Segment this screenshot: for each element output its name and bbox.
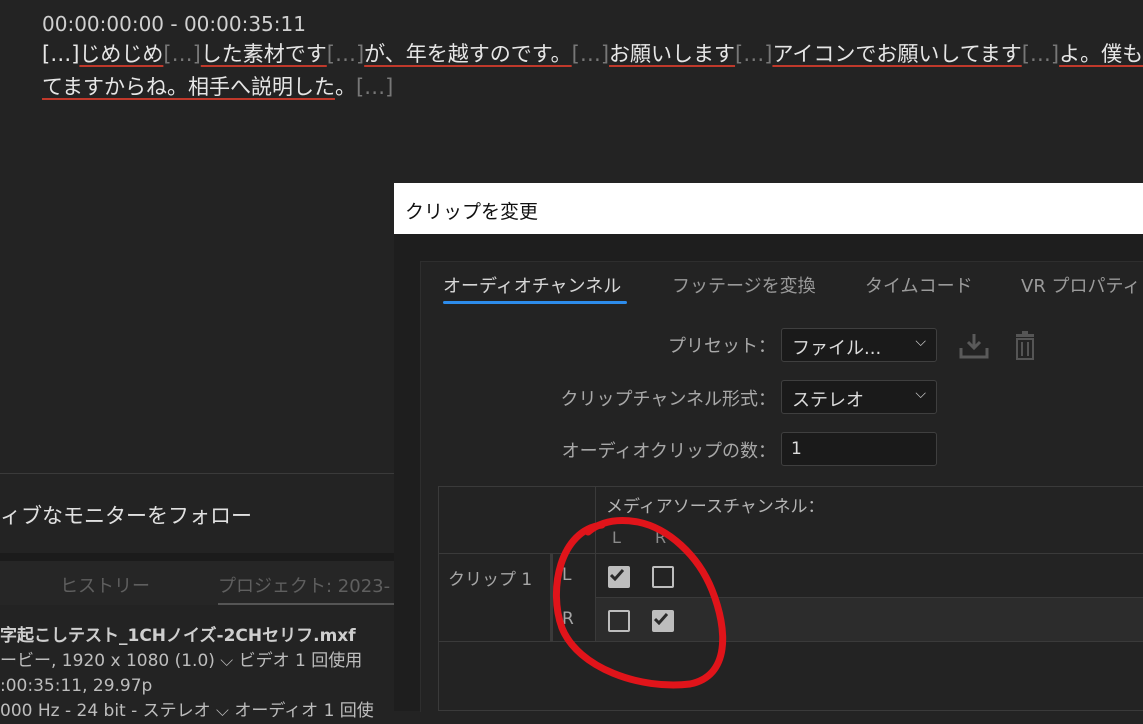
- active-tab-indicator: [443, 301, 627, 304]
- transcript-gap[interactable]: […]: [163, 42, 200, 66]
- checkbox-l-to-r[interactable]: [652, 566, 674, 588]
- tab-timecode[interactable]: タイムコード: [865, 272, 973, 298]
- column-label-r: R: [655, 528, 667, 547]
- modify-clip-dialog: クリップを変更 オーディオチャンネル フッテージを変換 タイムコード VR プロ…: [394, 183, 1143, 712]
- checkbox-l-to-l[interactable]: [608, 566, 630, 588]
- panel-divider: [0, 473, 394, 474]
- clip-1-label: クリップ 1: [448, 570, 533, 590]
- channel-format-value: ステレオ: [792, 390, 864, 411]
- transcript-line-1[interactable]: […]じめじめ[…]した素材です[…]が、年を越すのです。[…]お願いします[……: [42, 38, 1143, 71]
- checkbox-r-to-l[interactable]: [608, 610, 630, 632]
- row-label-l: L: [562, 565, 572, 585]
- column-label-l: L: [612, 528, 621, 547]
- file-video-info: ービー, 1920 x 1080 (1.0) ⌵ ビデオ 1 回使用: [0, 651, 363, 671]
- transcript-timecode: 00:00:00:00 - 00:00:35:11: [42, 12, 306, 36]
- file-duration-info: :00:35:11, 29.97p: [0, 676, 153, 696]
- save-preset-icon[interactable]: [958, 332, 990, 364]
- chevron-down-icon: ⌵: [915, 386, 926, 402]
- transcript-segment[interactable]: てますからね。相手へ説明した: [42, 75, 335, 99]
- transcript-panel: 00:00:00:00 - 00:00:35:11 […]じめじめ[…]した素材…: [42, 10, 1143, 104]
- follow-active-monitor-label[interactable]: ィブなモニターをフォロー: [0, 500, 252, 530]
- audio-clip-count-label: オーディオクリップの数：: [561, 441, 776, 462]
- audio-clip-count-input[interactable]: 1: [781, 432, 937, 466]
- file-info: 字起こしテスト_1CHノイズ-2CHセリフ.mxf ービー, 1920 x 10…: [0, 624, 394, 724]
- preset-select[interactable]: ファイル... ⌵: [781, 328, 937, 362]
- transcript-segment[interactable]: じめじめ: [79, 42, 163, 66]
- file-name: 字起こしテスト_1CHノイズ-2CHセリフ.mxf: [0, 626, 356, 646]
- transcript-segment[interactable]: アイコンでお願いしてます: [772, 42, 1021, 66]
- transcript-segment[interactable]: した素材です: [201, 42, 327, 66]
- preset-label: プリセット：: [668, 336, 776, 357]
- dialog-title-bar[interactable]: クリップを変更: [394, 183, 1143, 234]
- channel-matrix-table: [438, 486, 1143, 711]
- tab-project-underline: [218, 603, 394, 605]
- panel-separator-bar: [0, 553, 394, 561]
- tab-interpret-footage[interactable]: フッテージを変換: [672, 272, 816, 298]
- tab-vr-properties[interactable]: VR プロパティ: [1021, 272, 1140, 298]
- transcript-segment[interactable]: お願いします: [609, 42, 735, 66]
- transcript-gap[interactable]: […]: [327, 42, 364, 66]
- transcript-gap[interactable]: […]: [1022, 42, 1059, 66]
- channel-format-select[interactable]: ステレオ ⌵: [781, 380, 937, 414]
- tab-history[interactable]: ヒストリー: [60, 572, 150, 598]
- media-source-channel-header: メディアソースチャンネル：: [606, 497, 825, 517]
- transcript-line-2[interactable]: てますからね。相手へ説明した。[…]: [42, 71, 1132, 104]
- transcript-segment[interactable]: よ。僕も知っ: [1059, 42, 1143, 66]
- chevron-down-icon: ⌵: [915, 334, 926, 350]
- transcript-gap[interactable]: […]: [572, 42, 609, 66]
- preset-value: ファイル...: [792, 338, 882, 359]
- channel-format-label: クリップチャンネル形式：: [560, 389, 776, 410]
- tab-project[interactable]: プロジェクト: 2023-: [218, 572, 390, 598]
- transcript-segment[interactable]: […]: [42, 42, 79, 66]
- audio-clip-count-value: 1: [791, 439, 802, 459]
- transcript-gap[interactable]: […]: [356, 75, 393, 99]
- transcript-segment[interactable]: が、年を越すのです。: [364, 42, 571, 66]
- tab-audio-channels[interactable]: オーディオチャンネル: [443, 272, 621, 298]
- transcript-segment[interactable]: 。: [335, 75, 356, 99]
- row-label-r: R: [562, 609, 574, 629]
- file-audio-info: 000 Hz - 24 bit - ステレオ ⌵ オーディオ 1 回使: [0, 701, 374, 721]
- checkbox-r-to-r[interactable]: [652, 610, 674, 632]
- dialog-title: クリップを変更: [405, 201, 539, 223]
- transcript-gap[interactable]: […]: [735, 42, 772, 66]
- delete-preset-icon[interactable]: [1014, 331, 1036, 365]
